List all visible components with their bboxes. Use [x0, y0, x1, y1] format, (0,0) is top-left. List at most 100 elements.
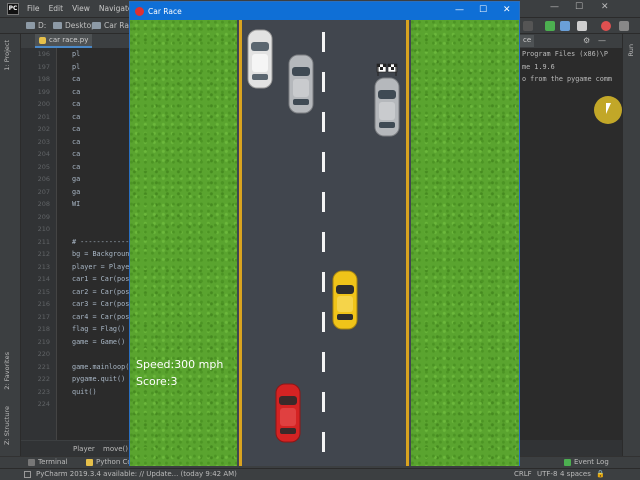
lane-dash	[322, 192, 325, 212]
code-line[interactable]: ca	[72, 113, 80, 121]
line-number: 224	[37, 400, 50, 408]
python-console-icon	[86, 458, 93, 466]
lock-icon[interactable]: 🔒	[596, 470, 605, 478]
debug-icon[interactable]	[560, 21, 570, 31]
pycharm-logo-icon: PC	[7, 2, 19, 15]
project-tool-tab[interactable]: 1: Project	[3, 40, 11, 71]
editor-tabbar: car race.py	[21, 34, 129, 48]
favorites-tool-tab[interactable]: 2: Favorites	[3, 352, 11, 390]
code-line[interactable]: ca	[72, 75, 80, 83]
lane-dash	[322, 392, 325, 412]
rerun-icon[interactable]	[545, 21, 555, 31]
code-line[interactable]: ca	[72, 88, 80, 96]
code-line[interactable]: pygame.quit()	[72, 375, 125, 383]
event-log-icon	[564, 458, 571, 466]
yellow-player-car	[332, 270, 358, 330]
menu-edit[interactable]: Edit	[49, 4, 64, 13]
settings-gear-icon[interactable]: ⚙	[583, 36, 590, 45]
code-editor[interactable]: pl pl ca ca ca ca ca ca ca ca ga ga WI # ------------…	[57, 48, 129, 440]
ide-close-icon[interactable]: ✕	[601, 2, 609, 12]
code-line[interactable]: game.mainloop()	[72, 363, 129, 371]
run-panel-tab[interactable]: ce	[520, 35, 535, 47]
line-number: 219	[37, 337, 50, 346]
checkered-flag-icon	[376, 63, 398, 76]
stop-icon[interactable]	[601, 21, 611, 31]
indent-indicator[interactable]: 4 spaces	[560, 470, 591, 478]
code-line[interactable]: pl	[72, 50, 80, 58]
line-number-gutter: 196 197 198 199 200 201 202 203 204 205 206 207 208 2…	[21, 48, 57, 440]
status-toggle-icon[interactable]	[24, 471, 31, 478]
event-log-tab[interactable]: Event Log	[564, 458, 609, 466]
ide-minimize-icon[interactable]: —	[550, 2, 559, 12]
ide-maximize-icon[interactable]: ☐	[575, 2, 583, 12]
line-number: 217	[37, 312, 50, 321]
mouse-cursor-icon	[606, 103, 611, 114]
line-separator-indicator[interactable]: CRLF	[514, 470, 532, 478]
structure-tool-tab[interactable]: Z: Structure	[3, 406, 11, 445]
encoding-indicator[interactable]: UTF-8	[537, 470, 557, 478]
update-notification[interactable]: PyCharm 2019.3.4 available: // Update...…	[36, 470, 237, 478]
game-maximize-icon[interactable]: ☐	[479, 5, 487, 15]
code-line[interactable]: WI	[72, 200, 80, 208]
red-car	[275, 383, 301, 443]
lane-dash	[322, 312, 325, 332]
code-line[interactable]: pl	[72, 63, 80, 71]
code-line[interactable]: car2 = Car(pos	[72, 288, 129, 296]
code-line[interactable]: # ------------	[72, 238, 129, 246]
breadcrumb-drive[interactable]: D:	[26, 21, 46, 30]
run-config-dropdown-icon[interactable]	[523, 21, 533, 31]
python-file-icon	[39, 36, 46, 44]
code-line[interactable]: ca	[72, 138, 80, 146]
code-line[interactable]: game = Game()	[72, 338, 125, 346]
code-line[interactable]: ca	[72, 150, 80, 158]
console-line: Program Files (x86)\P	[522, 50, 608, 58]
breadcrumb-class[interactable]: Player	[73, 445, 95, 453]
game-minimize-icon[interactable]: —	[455, 5, 464, 15]
terminal-tab[interactable]: Terminal	[28, 458, 68, 466]
speed-readout: Speed:300 mph	[136, 358, 224, 371]
line-number: 209	[37, 212, 50, 221]
breadcrumb-desktop[interactable]: Desktop	[53, 21, 96, 30]
lane-dash	[322, 152, 325, 172]
game-window[interactable]: Car Race — ☐ ✕ Speed:300 mph Score:3	[129, 1, 520, 466]
code-line[interactable]: flag = Flag()	[72, 325, 125, 333]
code-line[interactable]: player = Player	[72, 263, 129, 271]
line-number: 201	[37, 112, 50, 121]
game-close-icon[interactable]: ✕	[503, 5, 511, 15]
coverage-icon[interactable]	[577, 21, 587, 31]
code-line[interactable]: bg = Background	[72, 250, 129, 258]
line-number: 216	[37, 300, 50, 308]
search-icon[interactable]	[619, 21, 629, 31]
code-line[interactable]: ca	[72, 125, 80, 133]
code-line[interactable]: car3 = Car(pos	[72, 300, 129, 308]
editor-tab-car-race[interactable]: car race.py	[35, 34, 93, 48]
line-number: 198	[37, 75, 50, 83]
menu-navigate[interactable]: Navigate	[99, 4, 133, 13]
game-canvas[interactable]: Speed:300 mph Score:3	[130, 20, 519, 466]
lane-dash	[322, 32, 325, 52]
hide-panel-icon[interactable]: —	[598, 36, 606, 45]
code-line[interactable]: car4 = Car(pos	[72, 313, 129, 321]
run-console-footer	[520, 440, 622, 456]
menu-file[interactable]: File	[27, 4, 40, 13]
left-tool-stripe: 1: Project 2: Favorites Z: Structure	[0, 34, 21, 456]
code-line[interactable]: ga	[72, 188, 80, 196]
code-line[interactable]: ca	[72, 163, 80, 171]
breadcrumb-method[interactable]: move()	[103, 445, 128, 453]
line-number: 206	[37, 175, 50, 183]
code-line[interactable]: car1 = Car(pos	[72, 275, 129, 283]
line-number: 210	[37, 225, 50, 233]
game-titlebar[interactable]: Car Race — ☐ ✕	[130, 2, 519, 20]
code-line[interactable]: quit()	[72, 388, 97, 396]
line-number: 213	[37, 262, 50, 271]
line-number: 197	[37, 62, 50, 71]
code-line[interactable]: ga	[72, 175, 80, 183]
pygame-app-icon	[135, 6, 144, 16]
line-number: 222	[37, 375, 50, 383]
right-tool-stripe: Run	[622, 34, 640, 456]
menu-view[interactable]: View	[72, 4, 90, 13]
code-line[interactable]: ca	[72, 100, 80, 108]
folder-icon	[92, 22, 101, 29]
run-tool-tab[interactable]: Run	[627, 44, 635, 56]
editor-breadcrumb: Player move()	[21, 440, 129, 456]
